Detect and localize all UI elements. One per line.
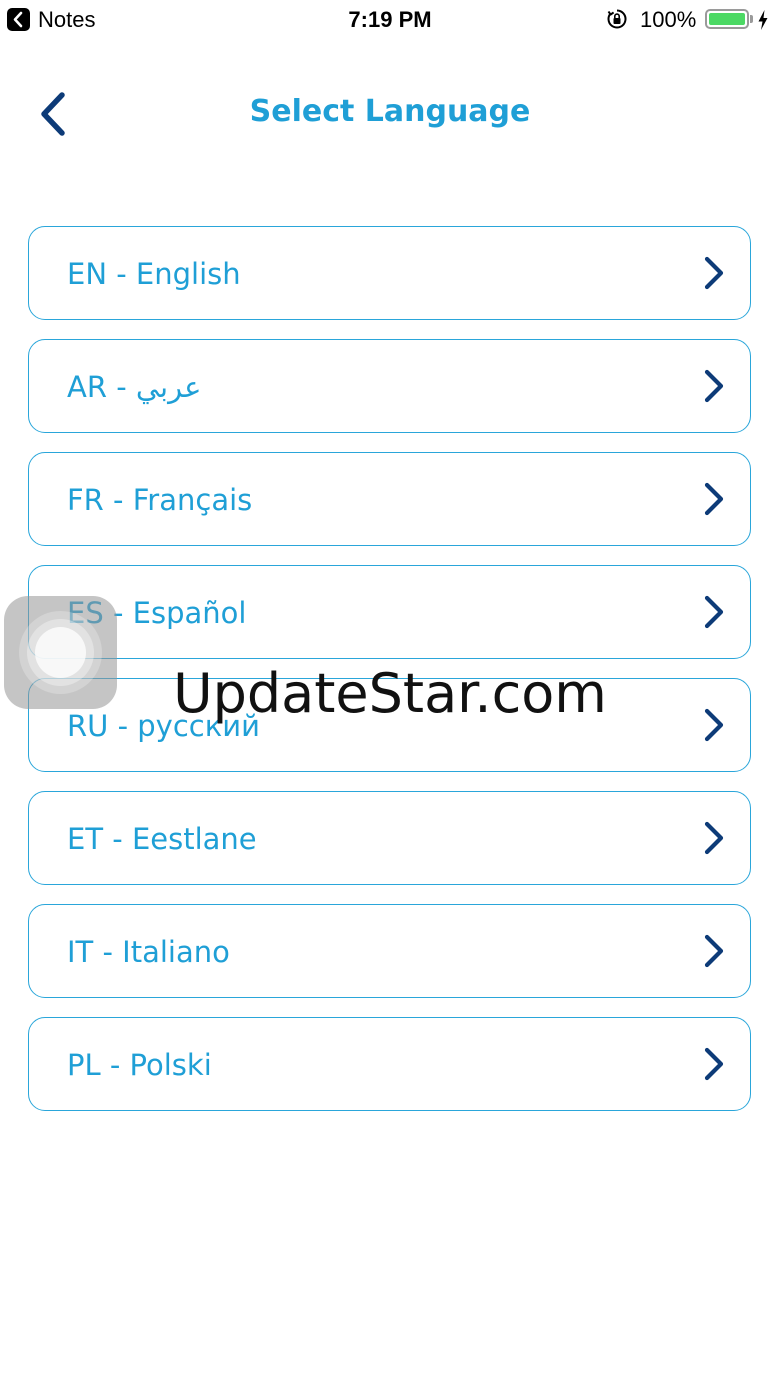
chevron-right-icon <box>704 821 724 855</box>
language-item-en[interactable]: EN - English <box>28 226 751 320</box>
language-item-et[interactable]: ET - Eestlane <box>28 791 751 885</box>
chevron-right-icon <box>704 934 724 968</box>
charging-bolt-icon <box>758 10 768 30</box>
chevron-right-icon <box>704 708 724 742</box>
battery-cap <box>750 15 753 23</box>
language-label: EN - English <box>67 257 241 291</box>
language-item-pl[interactable]: PL - Polski <box>28 1017 751 1111</box>
language-item-ar[interactable]: AR - عربي <box>28 339 751 433</box>
chevron-right-icon <box>704 256 724 290</box>
language-item-ru[interactable]: RU - русский <box>28 678 751 772</box>
language-list: EN - English AR - عربي FR - Français ES … <box>28 226 751 1130</box>
orientation-lock-icon <box>607 9 627 29</box>
chevron-right-icon <box>704 482 724 516</box>
battery-percent: 100% <box>640 7 697 32</box>
status-bar: Notes 7:19 PM 100% <box>0 0 780 40</box>
battery-icon <box>705 9 749 29</box>
language-item-es[interactable]: ES - Español <box>28 565 751 659</box>
chevron-right-icon <box>704 595 724 629</box>
language-label: AR - عربي <box>67 370 202 404</box>
language-label: ET - Eestlane <box>67 822 257 856</box>
chevron-right-icon <box>704 1047 724 1081</box>
language-item-it[interactable]: IT - Italiano <box>28 904 751 998</box>
battery-fill <box>709 13 745 25</box>
language-label: IT - Italiano <box>67 935 230 969</box>
assistive-touch-button[interactable] <box>4 596 117 709</box>
assistive-touch-ring-inner <box>35 627 86 678</box>
language-label: PL - Polski <box>67 1048 212 1082</box>
language-label: FR - Français <box>67 483 253 517</box>
language-item-fr[interactable]: FR - Français <box>28 452 751 546</box>
page-title: Select Language <box>249 94 531 129</box>
chevron-right-icon <box>704 369 724 403</box>
